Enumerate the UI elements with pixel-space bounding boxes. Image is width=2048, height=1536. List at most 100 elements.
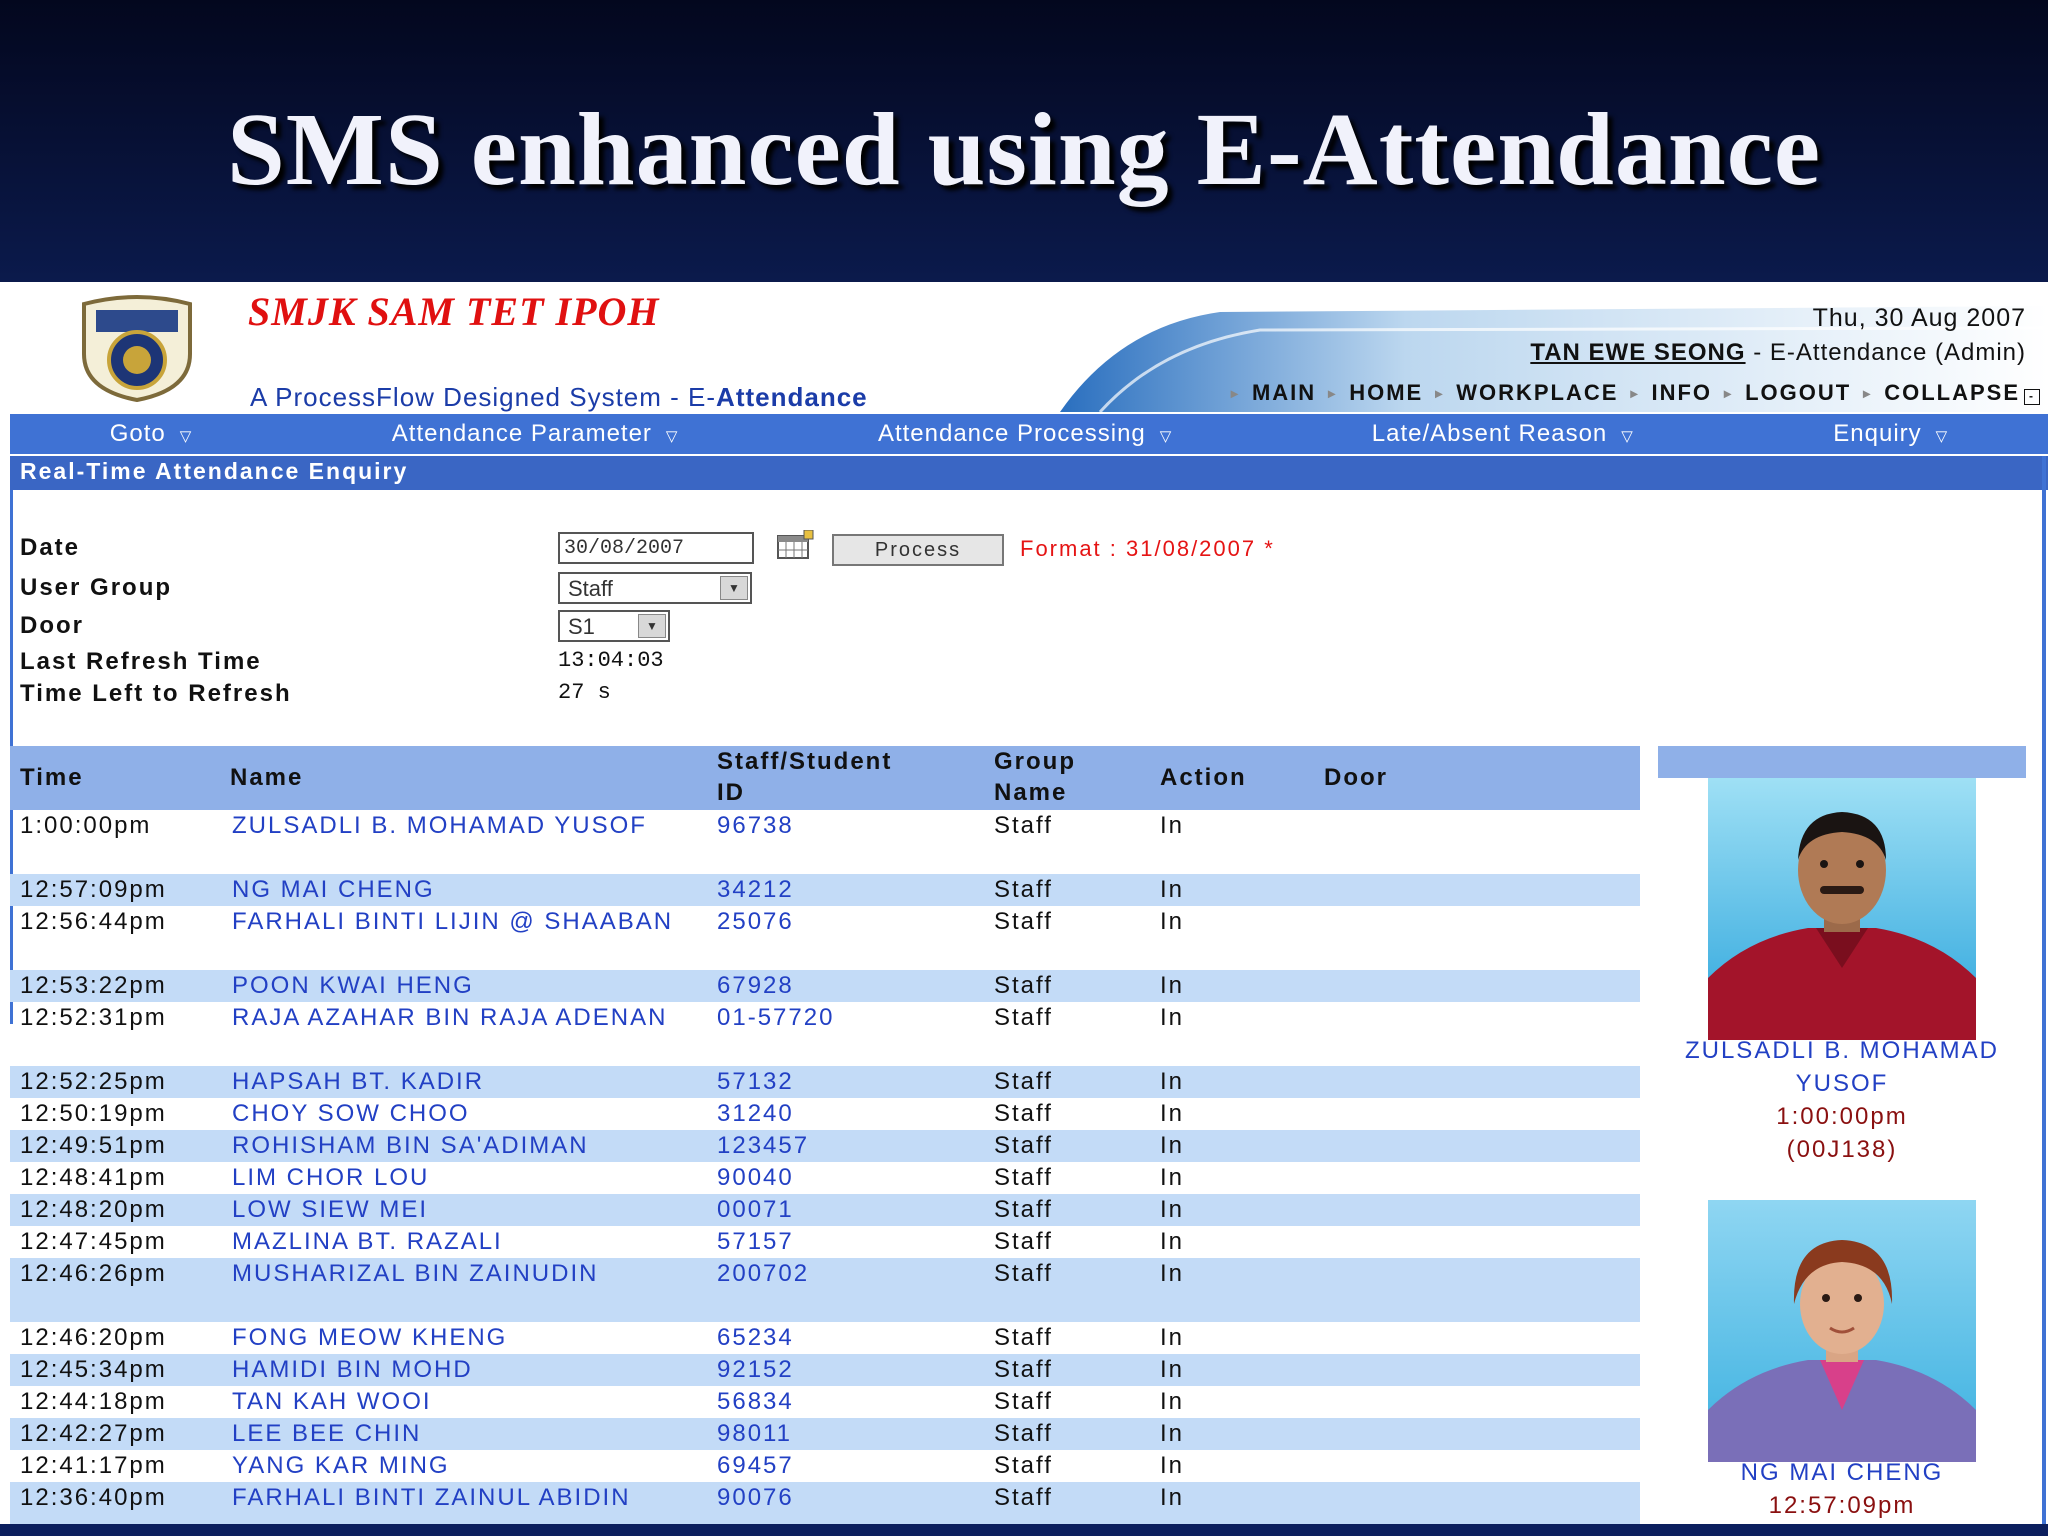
row-group: Staff: [994, 1324, 1053, 1351]
row-id-link[interactable]: 69457: [717, 1450, 794, 1482]
row-name-link[interactable]: LIM CHOR LOU: [232, 1162, 702, 1194]
menu-late-absent-reason-label: Late/Absent Reason: [1371, 420, 1608, 447]
menu-goto[interactable]: Goto ▽: [110, 420, 193, 448]
row-action: In: [1160, 812, 1185, 839]
row-name-link[interactable]: ZULSADLI B. MOHAMAD YUSOF: [232, 810, 702, 842]
menu-attendance-parameter[interactable]: Attendance Parameter ▽: [392, 420, 679, 448]
nav-home[interactable]: HOME: [1349, 380, 1423, 406]
door-value: S1: [568, 614, 595, 639]
user-group-label: User Group: [20, 574, 173, 601]
row-id-link[interactable]: 96738: [717, 810, 794, 842]
row-group: Staff: [994, 1164, 1053, 1191]
row-group: Staff: [994, 1132, 1053, 1159]
menu-attendance-parameter-label: Attendance Parameter: [391, 420, 652, 447]
nav-collapse[interactable]: COLLAPSE -: [1884, 380, 2040, 406]
row-name-link[interactable]: FONG MEOW KHENG: [232, 1322, 702, 1354]
row-name-link[interactable]: LOW SIEW MEI: [232, 1194, 702, 1226]
table-header: Time Name Staff/Student ID Group Name Acti…: [10, 746, 1640, 810]
row-time: 12:53:22pm: [20, 972, 167, 999]
row-id-link[interactable]: 01-57720: [717, 1002, 834, 1034]
nav-main[interactable]: MAIN: [1252, 380, 1316, 406]
row-name-link[interactable]: YANG KAR MING: [232, 1450, 702, 1482]
row-group: Staff: [994, 1100, 1053, 1127]
row-id-link[interactable]: 57132: [717, 1066, 794, 1098]
table-row: 12:47:45pm MAZLINA BT. RAZALI 57157 Staff In: [10, 1226, 1640, 1258]
table-row: 12:46:26pm MUSHARIZAL BIN ZAINUDIN 200702 S…: [10, 1258, 1640, 1322]
row-name-link[interactable]: LEE BEE CHIN: [232, 1418, 702, 1450]
row-id-link[interactable]: 31240: [717, 1098, 794, 1130]
row-name-link[interactable]: HAMIDI BIN MOHD: [232, 1354, 702, 1386]
row-id-link[interactable]: 00071: [717, 1194, 794, 1226]
row-action: In: [1160, 1452, 1185, 1479]
row-group: Staff: [994, 1228, 1053, 1255]
door-select[interactable]: S1 ▼: [558, 610, 670, 642]
row-name-link[interactable]: ROHISHAM BIN SA'ADIMAN: [232, 1130, 702, 1162]
user-role: - E-Attendance (Admin): [1745, 339, 2026, 366]
row-id-link[interactable]: 123457: [717, 1130, 809, 1162]
date-input[interactable]: [558, 532, 754, 564]
row-name-link[interactable]: HAPSAH BT. KADIR: [232, 1066, 702, 1098]
nav-workplace[interactable]: WORKPLACE: [1456, 380, 1618, 406]
row-id-link[interactable]: 65234: [717, 1322, 794, 1354]
menu-enquiry[interactable]: Enquiry ▽: [1833, 420, 1948, 448]
col-action: Action: [1160, 764, 1247, 791]
row-name-link[interactable]: NG MAI CHENG: [232, 874, 702, 906]
row-group: Staff: [994, 1356, 1053, 1383]
row-name-link[interactable]: MUSHARIZAL BIN ZAINUDIN: [232, 1258, 702, 1290]
row-action: In: [1160, 1164, 1185, 1191]
row-id-link[interactable]: 90076: [717, 1482, 794, 1514]
row-action: In: [1160, 1100, 1185, 1127]
row-time: 12:48:41pm: [20, 1164, 167, 1191]
row-id-link[interactable]: 57157: [717, 1226, 794, 1258]
row-id-link[interactable]: 98011: [717, 1418, 792, 1450]
row-id-link[interactable]: 90040: [717, 1162, 794, 1194]
row-action: In: [1160, 1132, 1185, 1159]
table-row: 12:45:34pm HAMIDI BIN MOHD 92152 Staff In: [10, 1354, 1640, 1386]
row-name-link[interactable]: FARHALI BINTI ZAINUL ABIDIN: [232, 1482, 702, 1514]
row-time: 12:42:27pm: [20, 1420, 167, 1447]
user-name-link[interactable]: TAN EWE SEONG: [1530, 339, 1745, 366]
row-action: In: [1160, 1388, 1185, 1415]
main-menu-bar: Goto ▽ Attendance Parameter ▽ Attendance P…: [10, 414, 2048, 454]
calendar-icon[interactable]: [776, 530, 814, 560]
row-name-link[interactable]: RAJA AZAHAR BIN RAJA ADENAN: [232, 1002, 702, 1034]
process-button[interactable]: Process: [832, 534, 1004, 566]
user-group-select[interactable]: Staff ▼: [558, 572, 752, 604]
menu-attendance-processing[interactable]: Attendance Processing ▽: [878, 420, 1172, 448]
nav-info[interactable]: INFO: [1651, 380, 1712, 406]
row-name-link[interactable]: MAZLINA BT. RAZALI: [232, 1226, 702, 1258]
row-id-link[interactable]: 25076: [717, 906, 794, 938]
nav-collapse-label: COLLAPSE: [1884, 380, 2020, 405]
row-time: 12:45:34pm: [20, 1356, 167, 1383]
menu-goto-label: Goto: [109, 420, 166, 447]
nav-logout[interactable]: LOGOUT: [1745, 380, 1851, 406]
row-id-link[interactable]: 92152: [717, 1354, 794, 1386]
row-id-link[interactable]: 200702: [717, 1258, 809, 1290]
row-name-link[interactable]: TAN KAH WOOI: [232, 1386, 702, 1418]
row-action: In: [1160, 1356, 1185, 1383]
door-label: Door: [20, 612, 84, 639]
table-row: 12:42:27pm LEE BEE CHIN 98011 Staff In: [10, 1418, 1640, 1450]
row-action: In: [1160, 1484, 1185, 1511]
staff-photo: [1708, 778, 1976, 1040]
row-action: In: [1160, 876, 1185, 903]
row-id-link[interactable]: 67928: [717, 970, 794, 1002]
row-group: Staff: [994, 1452, 1053, 1479]
menu-late-absent-reason[interactable]: Late/Absent Reason ▽: [1372, 420, 1634, 448]
row-name-link[interactable]: FARHALI BINTI LIJIN @ SHAABAN: [232, 906, 702, 938]
row-action: In: [1160, 1260, 1185, 1287]
time-left-label: Time Left to Refresh: [20, 680, 292, 707]
slide-title: SMS enhanced using E-Attendance: [226, 92, 1822, 207]
row-id-link[interactable]: 34212: [717, 874, 794, 906]
row-time: 12:41:17pm: [20, 1452, 167, 1479]
table-row: 12:48:20pm LOW SIEW MEI 00071 Staff In: [10, 1194, 1640, 1226]
row-name-link[interactable]: POON KWAI HENG: [232, 970, 702, 1002]
row-group: Staff: [994, 1388, 1053, 1415]
user-line: TAN EWE SEONG - E-Attendance (Admin): [1530, 339, 2026, 367]
row-id-link[interactable]: 56834: [717, 1386, 794, 1418]
row-action: In: [1160, 1196, 1185, 1223]
app-tagline: A ProcessFlow Designed System - E-Attend…: [250, 382, 868, 413]
photo-caption-name: NG MAI CHENG: [1740, 1459, 1944, 1486]
table-row: 12:50:19pm CHOY SOW CHOO 31240 Staff In: [10, 1098, 1640, 1130]
row-name-link[interactable]: CHOY SOW CHOO: [232, 1098, 702, 1130]
